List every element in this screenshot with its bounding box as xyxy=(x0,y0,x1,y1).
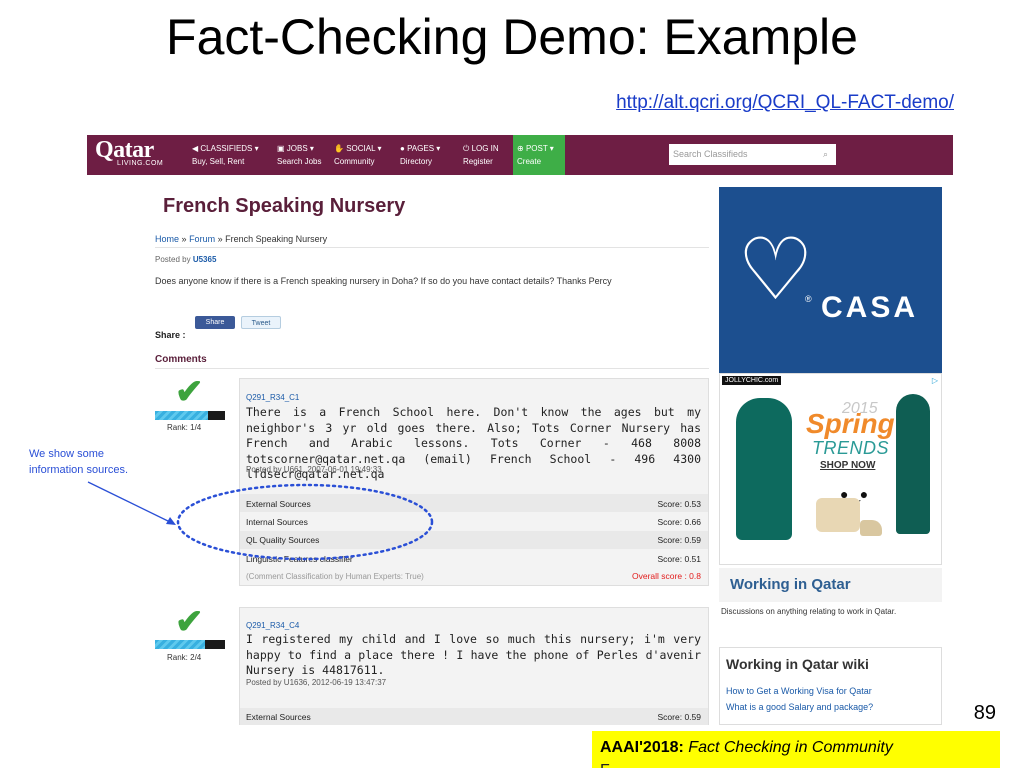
rank-label: Rank: 2/4 xyxy=(167,653,202,662)
ad-spring: Spring xyxy=(806,408,895,439)
handbag-image xyxy=(816,498,860,532)
jollychic-logo: JOLLYCHIC.com xyxy=(722,376,782,385)
nav-social[interactable]: ✋ SOCIAL ▾ Community xyxy=(334,142,381,168)
thumbs-up-icon: ✋ xyxy=(334,144,347,153)
shoe-image xyxy=(860,520,882,536)
nav-pages[interactable]: ● PAGES ▾ Directory xyxy=(400,142,440,168)
nav-jobs[interactable]: ▣ JOBS ▾ Search Jobs xyxy=(277,142,321,168)
heart-icon: ♡ xyxy=(737,222,815,318)
casa-logo-text: CASA xyxy=(821,291,919,324)
working-in-qatar-title[interactable]: Working in Qatar xyxy=(730,576,851,593)
comment-text: I registered my child and I love so much… xyxy=(246,632,701,677)
demo-link[interactable]: http://alt.qcri.org/QCRI_QL-FACT-demo/ xyxy=(616,92,954,114)
search-icon[interactable]: ⌕ xyxy=(823,144,828,165)
score-row: Internal Sources Score: 0.66 xyxy=(246,517,701,527)
working-in-qatar-desc: Discussions on anything relating to work… xyxy=(721,607,897,616)
score-row: QL Quality Sources Score: 0.59 xyxy=(246,535,701,545)
plus-icon: ⊕ xyxy=(517,144,526,153)
rank-bar xyxy=(155,640,225,649)
tweet-button[interactable]: Tweet xyxy=(241,316,281,329)
slide-title: Fact-Checking Demo: Example xyxy=(166,9,858,65)
checkmark-icon: ✔ xyxy=(175,373,204,411)
wiki-link[interactable]: What is a good Salary and package? xyxy=(726,702,873,712)
overall-score: Overall score : 0.8 xyxy=(632,571,701,581)
annotation-text: We show some information sources. xyxy=(29,448,129,476)
author-link[interactable]: U5365 xyxy=(193,255,217,264)
casa-ad[interactable]: ♡ ® CASA xyxy=(719,187,942,373)
logo-subtitle: LIVING.COM xyxy=(117,160,164,167)
share-label: Share : xyxy=(155,330,186,340)
comment-id-link[interactable]: Q291_R34_C4 xyxy=(246,621,299,630)
page-number: 89 xyxy=(973,702,996,724)
ad-trends: TRENDS xyxy=(812,438,890,458)
score-row: Linguistic Features classifier Score: 0.5… xyxy=(246,554,701,564)
rank-bar-fill xyxy=(155,640,206,649)
facebook-share-button[interactable]: Share xyxy=(195,316,235,329)
breadcrumb-forum[interactable]: Forum xyxy=(189,234,215,244)
footer-text: AAAI'2018: Fact Checking in Community xyxy=(600,739,893,756)
power-icon: ⏻ xyxy=(463,144,472,153)
comment-id-link[interactable]: Q291_R34_C1 xyxy=(246,393,299,402)
breadcrumb-current: French Speaking Nursery xyxy=(225,234,328,244)
briefcase-icon: ▣ xyxy=(277,144,287,153)
browser-screenshot: Qatar LIVING.COM ◀ CLASSIFIEDS ▾ Buy, Se… xyxy=(87,135,953,725)
score-row: External Sources Score: 0.59 xyxy=(246,712,701,722)
checkmark-icon: ✔ xyxy=(175,603,204,641)
divider xyxy=(155,368,709,369)
search-input[interactable]: Search Classifieds ⌕ xyxy=(669,144,836,165)
score-row: External Sources Score: 0.53 xyxy=(246,499,701,509)
post-title: French Speaking Nursery xyxy=(163,195,406,217)
wiki-title[interactable]: Working in Qatar wiki xyxy=(726,656,869,672)
adchoices-icon[interactable]: ▷ xyxy=(932,376,938,385)
breadcrumb: Home » Forum » French Speaking Nursery xyxy=(155,234,328,244)
nav-classifieds[interactable]: ◀ CLASSIFIEDS ▾ Buy, Sell, Rent xyxy=(192,142,259,168)
comment-posted: Posted by U1636, 2012-06-19 13:47:37 xyxy=(246,678,387,687)
footer-banner: AAAI'2018: Fact Checking in Community F xyxy=(592,731,1000,768)
rank-label: Rank: 1/4 xyxy=(167,423,202,432)
rank-bar xyxy=(155,411,225,420)
question-text: Does anyone know if there is a French sp… xyxy=(155,276,612,286)
comments-header: Comments xyxy=(155,354,207,365)
post-author: Posted by U5365 xyxy=(155,255,217,264)
human-classification: (Comment Classification by Human Experts… xyxy=(246,572,424,581)
nav-login[interactable]: ⏻ LOG IN Register xyxy=(463,142,499,168)
nav-post[interactable]: ⊕ POST ▾ Create xyxy=(517,142,554,168)
divider xyxy=(155,247,709,248)
dress-image xyxy=(736,398,792,540)
rank-bar-fill xyxy=(155,411,208,420)
model-image xyxy=(896,394,930,534)
comment-posted: Posted by U661, 2007-06-01 19:49:33 xyxy=(246,465,382,474)
top-navigation: Qatar LIVING.COM ◀ CLASSIFIEDS ▾ Buy, Se… xyxy=(87,135,953,175)
wiki-link[interactable]: How to Get a Working Visa for Qatar xyxy=(726,686,872,696)
jollychic-ad[interactable]: JOLLYCHIC.com ▷ 2015 Spring TRENDS SHOP … xyxy=(719,373,942,565)
globe-icon: ● xyxy=(400,144,408,153)
shop-now-link[interactable]: SHOP NOW xyxy=(820,460,875,471)
breadcrumb-home[interactable]: Home xyxy=(155,234,179,244)
